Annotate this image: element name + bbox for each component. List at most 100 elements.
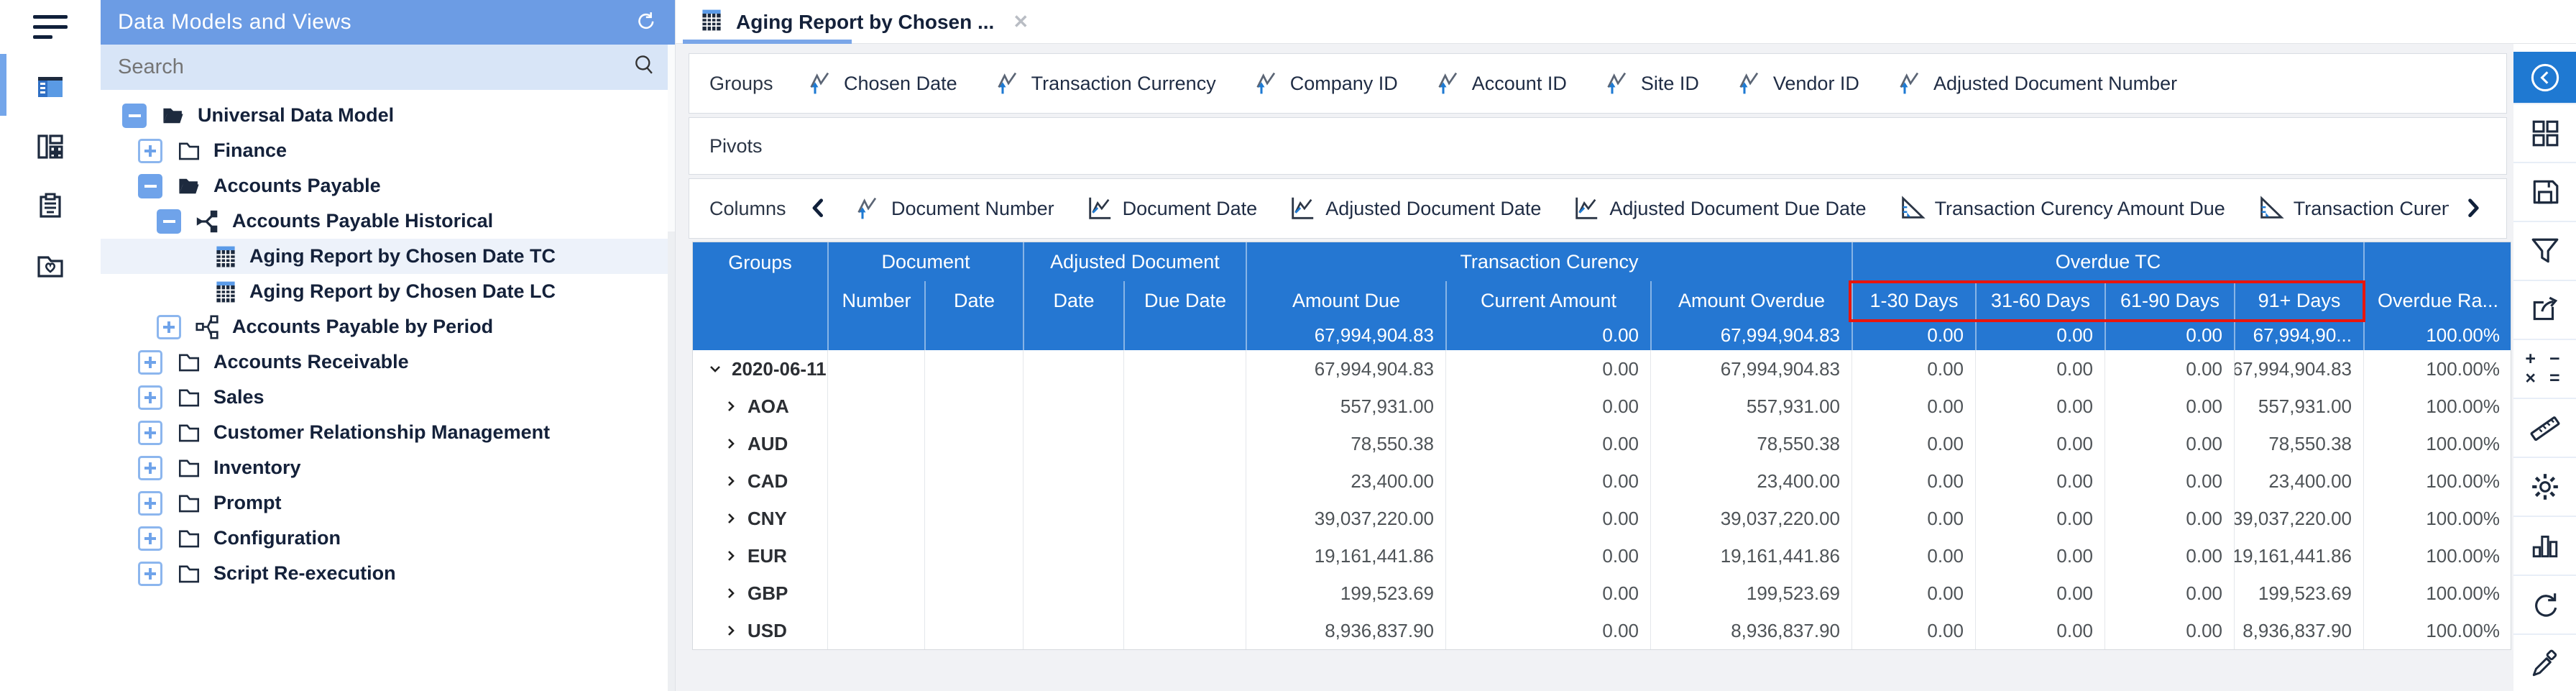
field-chip[interactable]: Vendor ID xyxy=(1738,69,1859,98)
column-header[interactable]: Date xyxy=(1023,281,1123,320)
search-input[interactable] xyxy=(118,55,632,79)
tree-item[interactable]: Customer Relationship Management xyxy=(101,415,675,450)
layout-button[interactable] xyxy=(2513,103,2576,162)
measure-tool-button[interactable] xyxy=(2513,398,2576,457)
settings-button[interactable] xyxy=(2513,457,2576,516)
column-group-header[interactable]: Groups xyxy=(693,242,827,350)
tree-item[interactable]: Script Re-execution xyxy=(101,556,675,591)
chart-button[interactable] xyxy=(2513,516,2576,575)
field-chip[interactable]: Company ID xyxy=(1255,69,1398,98)
field-chip[interactable]: Transaction Currency xyxy=(996,69,1216,98)
column-header[interactable]: Due Date xyxy=(1123,281,1246,320)
tree-item[interactable]: Universal Data Model xyxy=(101,98,675,133)
row-group-cell[interactable]: 2020-06-11 xyxy=(693,350,827,388)
column-header[interactable]: Overdue Ra... xyxy=(2363,281,2511,320)
field-chip[interactable]: Adjusted Document Due Date xyxy=(1573,195,1867,222)
column-header[interactable]: Amount Due xyxy=(1246,281,1445,320)
panel-scrollbar[interactable] xyxy=(668,45,675,691)
filter-button[interactable] xyxy=(2513,221,2576,280)
row-group-cell[interactable]: AOA xyxy=(693,388,827,425)
expand-box-icon[interactable] xyxy=(138,349,162,375)
row-group-cell[interactable]: CNY xyxy=(693,500,827,537)
expand-box-icon[interactable] xyxy=(138,138,162,163)
chevron-right-icon[interactable] xyxy=(723,398,739,414)
expand-box-icon[interactable] xyxy=(157,314,181,339)
tree-item[interactable]: Configuration xyxy=(101,521,675,556)
collapse-panel-button[interactable] xyxy=(2513,52,2576,103)
sidebar-item-favorites[interactable] xyxy=(0,236,101,298)
tree-item[interactable]: Accounts Receivable xyxy=(101,344,675,380)
tree-item[interactable]: Prompt xyxy=(101,485,675,521)
field-chip[interactable]: Chosen Date xyxy=(809,69,957,98)
chevron-right-icon[interactable] xyxy=(723,436,739,452)
field-chip[interactable]: Adjusted Document Date xyxy=(1289,195,1541,222)
column-header[interactable]: Number xyxy=(827,281,924,320)
field-chip[interactable]: Document Date xyxy=(1086,195,1257,222)
tree-item[interactable]: Inventory xyxy=(101,450,675,485)
column-group-header[interactable]: Transaction Curency xyxy=(1246,242,1852,281)
table-header: Groups Document Adjusted Document Transacti… xyxy=(693,242,2511,350)
calculated-fields-button[interactable]: + − × = xyxy=(2513,339,2576,398)
tree-item-label: Customer Relationship Management xyxy=(213,421,551,443)
column-header[interactable]: 61-90 Days xyxy=(2104,281,2234,320)
tab-aging-report[interactable]: Aging Report by Chosen ... ✕ xyxy=(686,0,1041,44)
column-group-header[interactable]: Overdue TC xyxy=(1852,242,2363,281)
row-group-cell[interactable]: GBP xyxy=(693,575,827,612)
chevron-right-icon[interactable] xyxy=(723,623,739,639)
collapse-box-icon[interactable] xyxy=(138,173,162,198)
sidebar-item-reports[interactable] xyxy=(0,176,101,238)
chevron-right-icon[interactable] xyxy=(723,473,739,489)
field-chip[interactable]: Transaction Curency Amount Due xyxy=(1898,195,2225,222)
expand-box-icon[interactable] xyxy=(138,561,162,586)
chevron-right-icon[interactable] xyxy=(723,585,739,601)
expand-box-icon[interactable] xyxy=(138,490,162,516)
row-group-cell[interactable]: EUR xyxy=(693,537,827,575)
column-header[interactable]: 1-30 Days xyxy=(1852,281,1975,320)
field-chip[interactable]: Account ID xyxy=(1437,69,1567,98)
expand-box-icon[interactable] xyxy=(138,420,162,445)
search-icon[interactable] xyxy=(632,52,658,82)
chevron-right-icon[interactable] xyxy=(2463,195,2486,222)
field-chip[interactable]: Adjusted Document Number xyxy=(1898,69,2177,98)
column-header[interactable]: 31-60 Days xyxy=(1975,281,2104,320)
row-group-cell[interactable]: USD xyxy=(693,612,827,649)
collapse-box-icon[interactable] xyxy=(122,103,147,128)
column-group-header[interactable]: Document xyxy=(827,242,1023,281)
tree-item[interactable]: Aging Report by Chosen Date TC xyxy=(101,239,675,274)
tree-item[interactable]: Accounts Payable Historical xyxy=(101,203,675,239)
chevron-down-icon[interactable] xyxy=(707,361,723,377)
tree-item[interactable]: Aging Report by Chosen Date LC xyxy=(101,274,675,309)
menu-button[interactable] xyxy=(0,0,101,54)
tree-item[interactable]: Sales xyxy=(101,380,675,415)
chevron-right-icon[interactable] xyxy=(723,548,739,564)
field-chip[interactable]: Document Number xyxy=(856,194,1054,223)
column-header[interactable]: Date xyxy=(924,281,1023,320)
column-group-header[interactable] xyxy=(2363,242,2511,281)
sidebar-item-dashboards[interactable] xyxy=(0,117,101,179)
export-button[interactable] xyxy=(2513,280,2576,339)
chevron-right-icon[interactable] xyxy=(723,511,739,526)
save-button[interactable] xyxy=(2513,162,2576,221)
sidebar-item-data-models[interactable] xyxy=(0,58,101,119)
expand-box-icon[interactable] xyxy=(138,455,162,480)
column-header[interactable]: Current Amount xyxy=(1445,281,1650,320)
field-chip[interactable]: Site ID xyxy=(1606,69,1699,98)
search-bar[interactable] xyxy=(101,45,675,90)
chevron-left-icon[interactable] xyxy=(809,195,832,222)
column-header[interactable]: Amount Overdue xyxy=(1650,281,1852,320)
tree-item[interactable]: Finance xyxy=(101,133,675,168)
tree-item[interactable]: Accounts Payable by Period xyxy=(101,309,675,344)
column-group-header[interactable]: Adjusted Document xyxy=(1023,242,1246,281)
row-group-cell[interactable]: AUD xyxy=(693,425,827,462)
refresh-data-button[interactable] xyxy=(2513,575,2576,633)
refresh-icon[interactable] xyxy=(633,9,658,37)
field-chip[interactable]: Transaction Curency Current Amount xyxy=(2257,195,2449,222)
expand-box-icon[interactable] xyxy=(138,385,162,410)
column-header[interactable]: 91+ Days xyxy=(2234,281,2363,320)
collapse-box-icon[interactable] xyxy=(157,209,181,234)
tree-item[interactable]: Accounts Payable xyxy=(101,168,675,203)
row-group-cell[interactable]: CAD xyxy=(693,462,827,500)
expand-box-icon[interactable] xyxy=(138,526,162,551)
style-picker-button[interactable] xyxy=(2513,633,2576,691)
tab-close-icon[interactable]: ✕ xyxy=(1013,11,1029,33)
